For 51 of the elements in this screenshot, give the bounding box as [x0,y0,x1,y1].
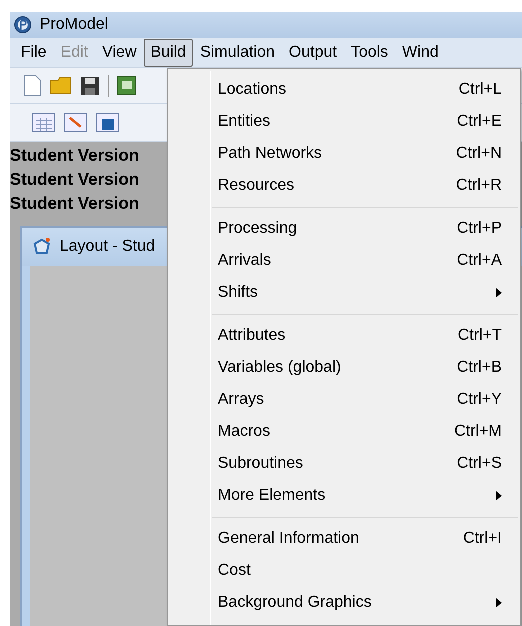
shortcut-label: Ctrl+R [456,176,502,196]
menu-item[interactable]: More Elements [168,480,520,512]
shortcut-label: Ctrl+E [457,112,502,132]
menu-item[interactable]: Shifts [168,277,520,309]
window-title: ProModel [40,15,108,35]
menu-item[interactable]: Path Networks Ctrl+N [168,138,520,170]
menu-item[interactable]: Cost [168,555,520,587]
shortcut-label: Ctrl+I [463,529,502,549]
shortcut-label: Ctrl+S [457,454,502,474]
menu-item[interactable]: Arrays Ctrl+Y [168,384,520,416]
window-icon[interactable] [117,74,137,96]
grid-icon[interactable] [32,112,56,132]
submenu-arrow-icon [496,491,502,501]
shortcut-label: Ctrl+N [456,144,502,164]
menu-item[interactable]: Attributes Ctrl+T [168,320,520,352]
submenu-arrow-icon [496,598,502,608]
watermark-text: Student Version [10,145,140,167]
shortcut-label: Ctrl+Y [457,390,502,410]
shortcut-label: Ctrl+M [454,422,502,442]
shortcut-label: Ctrl+A [457,251,502,271]
menu-bar-item[interactable]: Tools [344,38,396,66]
watermark-text: Student Version [10,169,140,191]
menu-item[interactable]: Resources Ctrl+R [168,170,520,202]
window-icon[interactable] [96,112,120,132]
layout-icon [32,237,52,257]
open-folder-icon[interactable] [50,74,72,96]
menu-item[interactable]: Background Graphics [168,587,520,619]
menu-item[interactable]: Entities Ctrl+E [168,106,520,138]
menu-bar-item[interactable]: Build [144,38,194,66]
menu-bar-item[interactable]: File [14,38,54,66]
menu-bar-item[interactable]: Simulation [193,38,282,66]
menu-item[interactable]: General Information Ctrl+I [168,523,520,555]
shortcut-label: Ctrl+B [457,358,502,378]
app-logo-icon [14,16,32,34]
shortcut-label: Ctrl+T [458,326,502,346]
new-file-icon[interactable] [24,74,42,96]
menu-item[interactable]: Variables (global) Ctrl+B [168,352,520,384]
shortcut-label: Ctrl+L [458,80,502,100]
window-title: Layout - Stud [60,237,156,257]
submenu-arrow-icon [496,288,502,298]
menu-bar-item[interactable]: View [95,38,144,66]
menu-item[interactable]: Locations Ctrl+L [168,74,520,106]
menu-item[interactable]: Arrivals Ctrl+A [168,245,520,277]
shortcut-label: Ctrl+P [457,219,502,239]
menu-item[interactable]: Subroutines Ctrl+S [168,448,520,480]
menu-item[interactable]: Macros Ctrl+M [168,416,520,448]
menu-bar-item[interactable]: Wind [395,38,446,66]
menu-item[interactable]: Processing Ctrl+P [168,213,520,245]
menu-bar-item[interactable]: Output [282,38,344,66]
save-icon[interactable] [80,76,100,96]
watermark-text: Student Version [10,193,140,215]
